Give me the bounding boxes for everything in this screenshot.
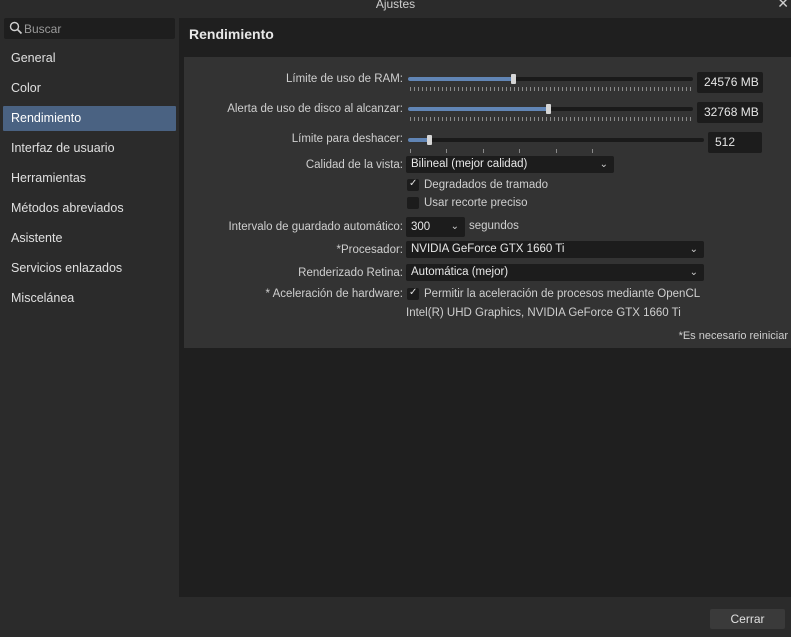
- chevron-down-icon: ⌄: [689, 267, 698, 278]
- view-quality-label: Calidad de la vista:: [305, 159, 403, 171]
- undo-limit-label: Límite para deshacer:: [291, 133, 403, 145]
- sidebar-item-general[interactable]: General: [3, 46, 176, 71]
- title-bar: Ajustes ✕: [0, 0, 791, 12]
- check-icon: ✓: [409, 178, 418, 189]
- processor-dropdown[interactable]: NVIDIA GeForce GTX 1660 Ti ⌄: [406, 241, 704, 258]
- sidebar-item-metodos[interactable]: Métodos abreviados: [3, 196, 176, 221]
- ram-limit-label: Límite de uso de RAM:: [286, 73, 403, 85]
- precise-clip-label: Usar recorte preciso: [424, 197, 528, 209]
- chevron-down-icon: ⌄: [599, 159, 608, 170]
- ram-limit-slider-thumb[interactable]: [511, 74, 516, 84]
- sidebar-item-rendimiento[interactable]: Rendimiento: [3, 106, 176, 131]
- disk-alert-slider[interactable]: [408, 104, 693, 114]
- retina-label: Renderizado Retina:: [298, 267, 403, 279]
- sidebar-item-interfaz[interactable]: Interfaz de usuario: [3, 136, 176, 161]
- precise-clip-checkbox[interactable]: [407, 197, 419, 209]
- check-icon: ✓: [409, 287, 418, 298]
- search-icon: [9, 21, 23, 35]
- undo-limit-slider-fill: [408, 138, 429, 142]
- disk-alert-slider-fill: [408, 107, 548, 111]
- autosave-dropdown[interactable]: 300 ⌄: [406, 217, 465, 237]
- search-box[interactable]: [4, 18, 175, 39]
- search-input[interactable]: [24, 19, 172, 38]
- view-quality-dropdown[interactable]: Bilineal (mejor calidad) ⌄: [406, 156, 614, 173]
- autosave-value: 300: [411, 221, 431, 233]
- disk-alert-ticks: [410, 117, 692, 121]
- view-quality-value: Bilineal (mejor calidad): [411, 158, 528, 170]
- undo-limit-slider-thumb[interactable]: [427, 135, 432, 145]
- sidebar-item-servicios[interactable]: Servicios enlazados: [3, 256, 176, 281]
- retina-dropdown[interactable]: Automática (mejor) ⌄: [406, 264, 704, 281]
- ram-limit-value[interactable]: 24576 MB: [697, 72, 763, 93]
- sidebar-item-asistente[interactable]: Asistente: [3, 226, 176, 251]
- sidebar-item-herramientas[interactable]: Herramientas: [3, 166, 176, 191]
- sidebar-item-color[interactable]: Color: [3, 76, 176, 101]
- sidebar-item-miscelanea[interactable]: Miscelánea: [3, 286, 176, 311]
- chevron-down-icon: ⌄: [450, 221, 459, 232]
- undo-limit-ticks: [410, 149, 700, 153]
- processor-label: *Procesador:: [336, 244, 403, 256]
- close-icon[interactable]: ✕: [777, 0, 789, 12]
- close-button[interactable]: Cerrar: [710, 609, 785, 629]
- restart-note: *Es necesario reiniciar: [678, 330, 788, 342]
- ram-limit-slider[interactable]: [408, 74, 693, 84]
- dither-checkbox[interactable]: ✓: [407, 178, 419, 191]
- opencl-label: Permitir la aceleración de procesos medi…: [424, 288, 701, 300]
- ram-limit-ticks: [410, 87, 692, 91]
- gpu-devices-text: Intel(R) UHD Graphics, NVIDIA GeForce GT…: [406, 307, 681, 319]
- disk-alert-slider-thumb[interactable]: [546, 104, 551, 114]
- dither-label: Degradados de tramado: [424, 179, 549, 191]
- processor-value: NVIDIA GeForce GTX 1660 Ti: [411, 243, 565, 255]
- window-title: Ajustes: [375, 0, 416, 11]
- disk-alert-label: Alerta de uso de disco al alcanzar:: [227, 103, 403, 115]
- disk-alert-value[interactable]: 32768 MB: [697, 102, 763, 123]
- autosave-label: Intervalo de guardado automático:: [228, 221, 403, 233]
- chevron-down-icon: ⌄: [689, 244, 698, 255]
- hw-accel-label: * Aceleración de hardware:: [265, 288, 403, 300]
- retina-value: Automática (mejor): [411, 266, 509, 278]
- undo-limit-slider[interactable]: [408, 135, 704, 145]
- page-title: Rendimiento: [189, 26, 274, 42]
- ram-limit-slider-fill: [408, 77, 513, 81]
- undo-limit-value[interactable]: 512: [708, 132, 762, 153]
- opencl-checkbox[interactable]: ✓: [407, 287, 419, 300]
- autosave-unit: segundos: [469, 220, 519, 232]
